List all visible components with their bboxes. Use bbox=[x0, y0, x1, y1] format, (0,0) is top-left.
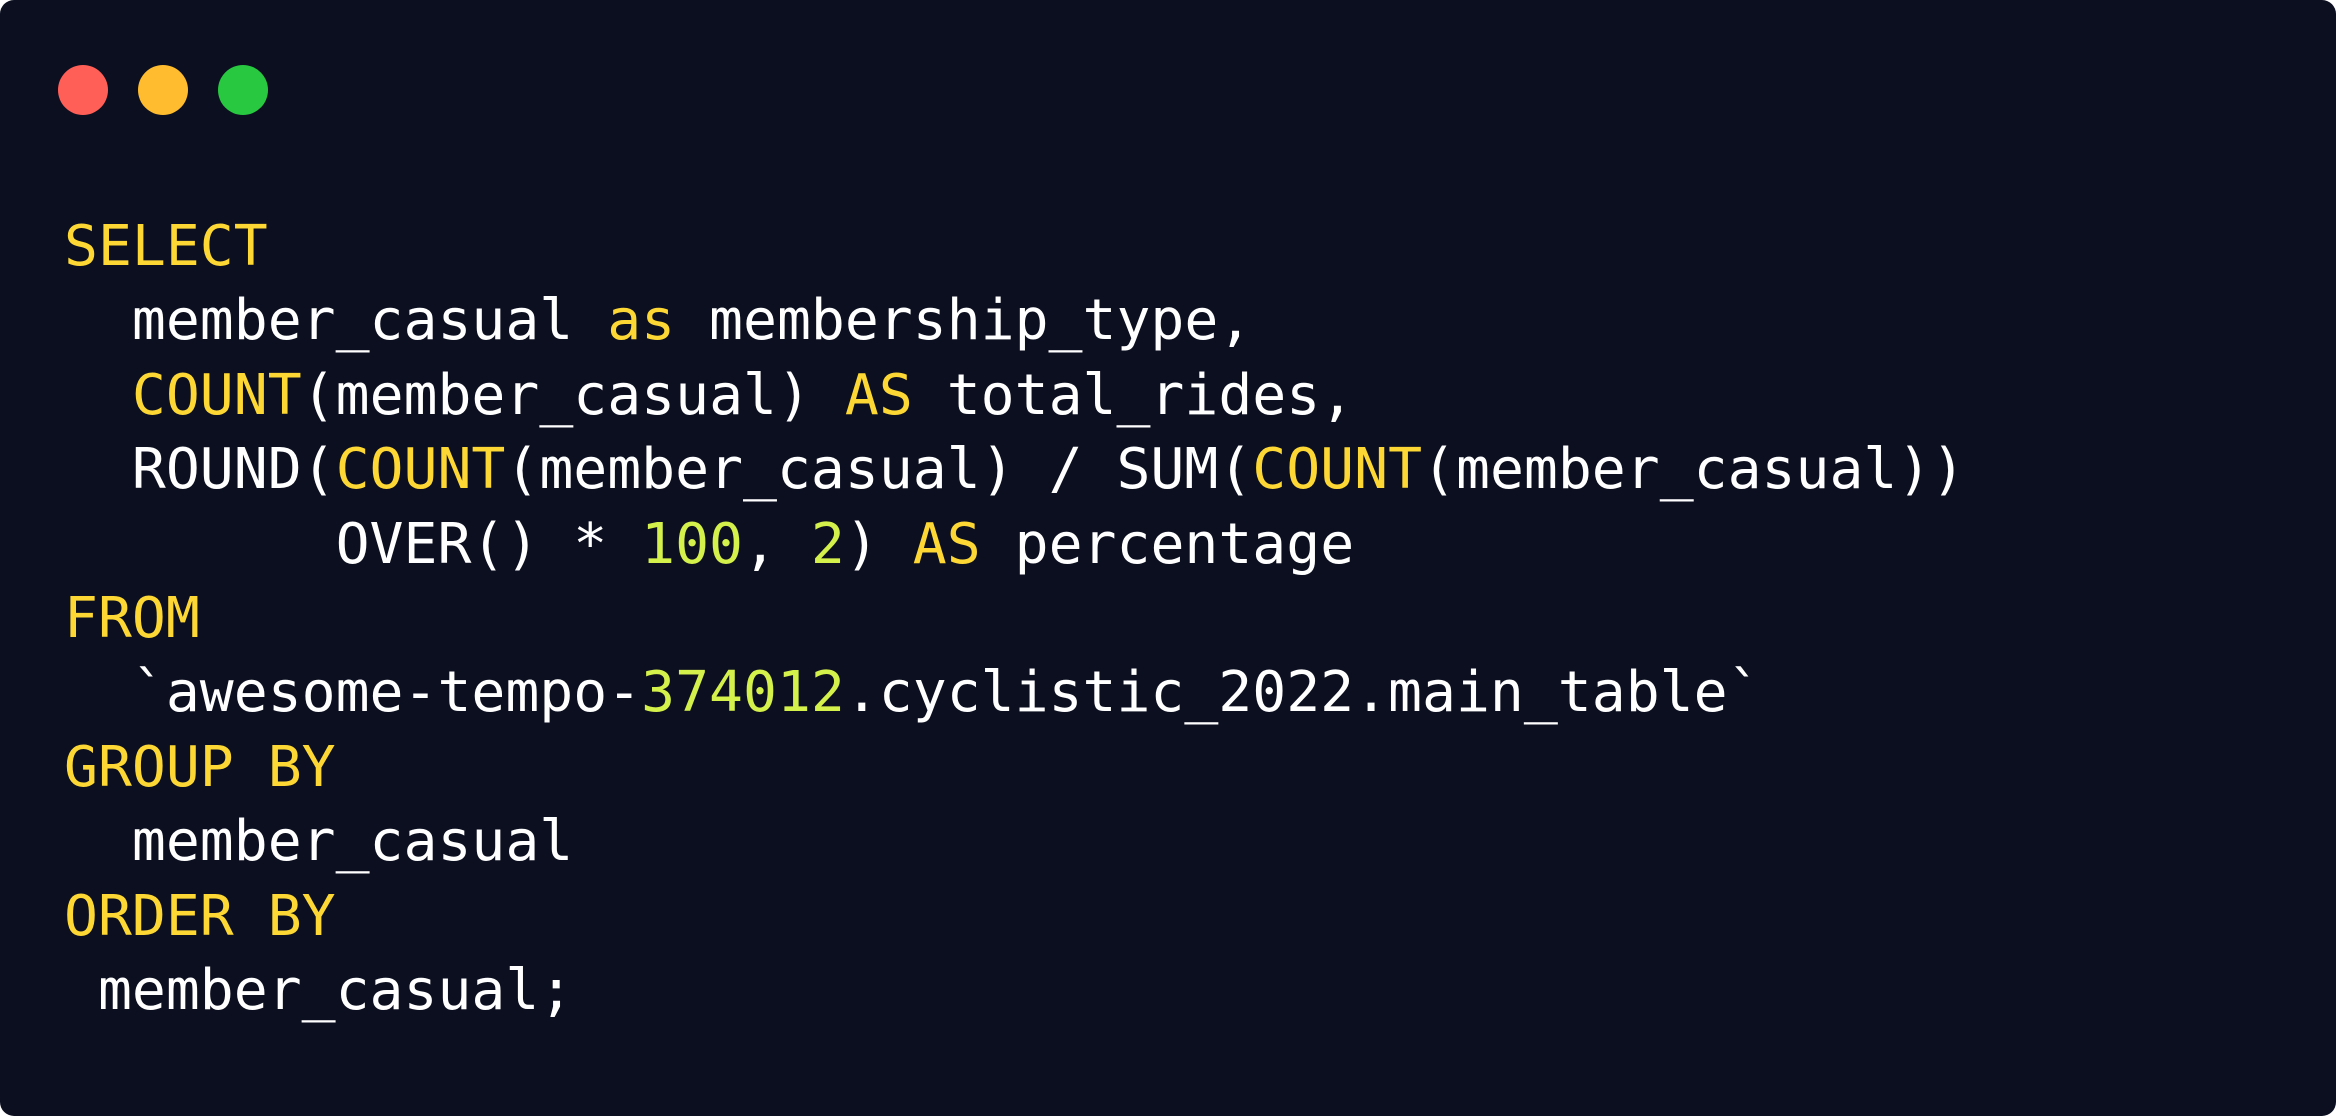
code-token-keyword: FROM bbox=[64, 585, 200, 651]
code-token-plain: member_casual bbox=[64, 809, 574, 875]
code-token-plain: , bbox=[743, 511, 811, 577]
code-token-plain: .cyclistic_2022.main_table` bbox=[844, 660, 1762, 726]
code-line: member_casual; bbox=[64, 954, 1965, 1028]
code-token-number: 374012 bbox=[641, 660, 845, 726]
zoom-button[interactable] bbox=[218, 65, 268, 115]
code-line: member_casual as membership_type, bbox=[64, 284, 1965, 358]
code-token-keyword: COUNT bbox=[131, 362, 302, 428]
code-token-plain: ) bbox=[844, 511, 913, 577]
code-token-plain: (member_casual) / SUM( bbox=[505, 437, 1253, 503]
code-window: SELECT member_casual as membership_type,… bbox=[0, 0, 2336, 1116]
code-token-plain: membership_type, bbox=[675, 288, 1253, 354]
code-token-keyword: SELECT bbox=[64, 214, 268, 279]
code-token-number: 100 bbox=[641, 511, 744, 577]
code-token-number: 2 bbox=[810, 511, 845, 577]
minimize-button[interactable] bbox=[138, 65, 188, 115]
code-token-plain: member_casual; bbox=[64, 957, 574, 1023]
code-token-keyword: AS bbox=[912, 511, 981, 577]
code-line: OVER() * 100, 2) AS percentage bbox=[64, 508, 1965, 582]
code-line: SELECT bbox=[64, 210, 1965, 284]
code-line: ORDER BY bbox=[64, 880, 1965, 954]
code-line: COUNT(member_casual) AS total_rides, bbox=[64, 359, 1965, 433]
sql-code-block: SELECT member_casual as membership_type,… bbox=[64, 210, 1965, 1028]
code-line: member_casual bbox=[64, 805, 1965, 879]
code-token-keyword: COUNT bbox=[335, 437, 506, 503]
code-token-keyword: COUNT bbox=[1252, 437, 1423, 503]
code-token-plain: percentage bbox=[980, 511, 1355, 577]
code-token-plain: OVER() * bbox=[64, 511, 642, 577]
code-token-plain: total_rides, bbox=[912, 362, 1355, 428]
code-token-plain: (member_casual)) bbox=[1422, 437, 1966, 503]
window-titlebar bbox=[0, 0, 2336, 180]
code-line: `awesome-tempo-374012.cyclistic_2022.mai… bbox=[64, 656, 1965, 730]
code-line: FROM bbox=[64, 582, 1965, 656]
close-button[interactable] bbox=[58, 65, 108, 115]
code-token-keyword: as bbox=[607, 288, 676, 354]
code-token-keyword: AS bbox=[844, 362, 913, 428]
code-token-plain: `awesome-tempo- bbox=[64, 660, 642, 726]
code-token-keyword: ORDER BY bbox=[64, 883, 336, 949]
code-token-keyword: GROUP BY bbox=[64, 734, 336, 800]
code-token-plain: ROUND( bbox=[64, 437, 336, 503]
code-token-plain: member_casual bbox=[64, 288, 608, 354]
code-token-plain: (member_casual) bbox=[301, 362, 845, 428]
code-line: ROUND(COUNT(member_casual) / SUM(COUNT(m… bbox=[64, 433, 1965, 507]
code-line: GROUP BY bbox=[64, 731, 1965, 805]
